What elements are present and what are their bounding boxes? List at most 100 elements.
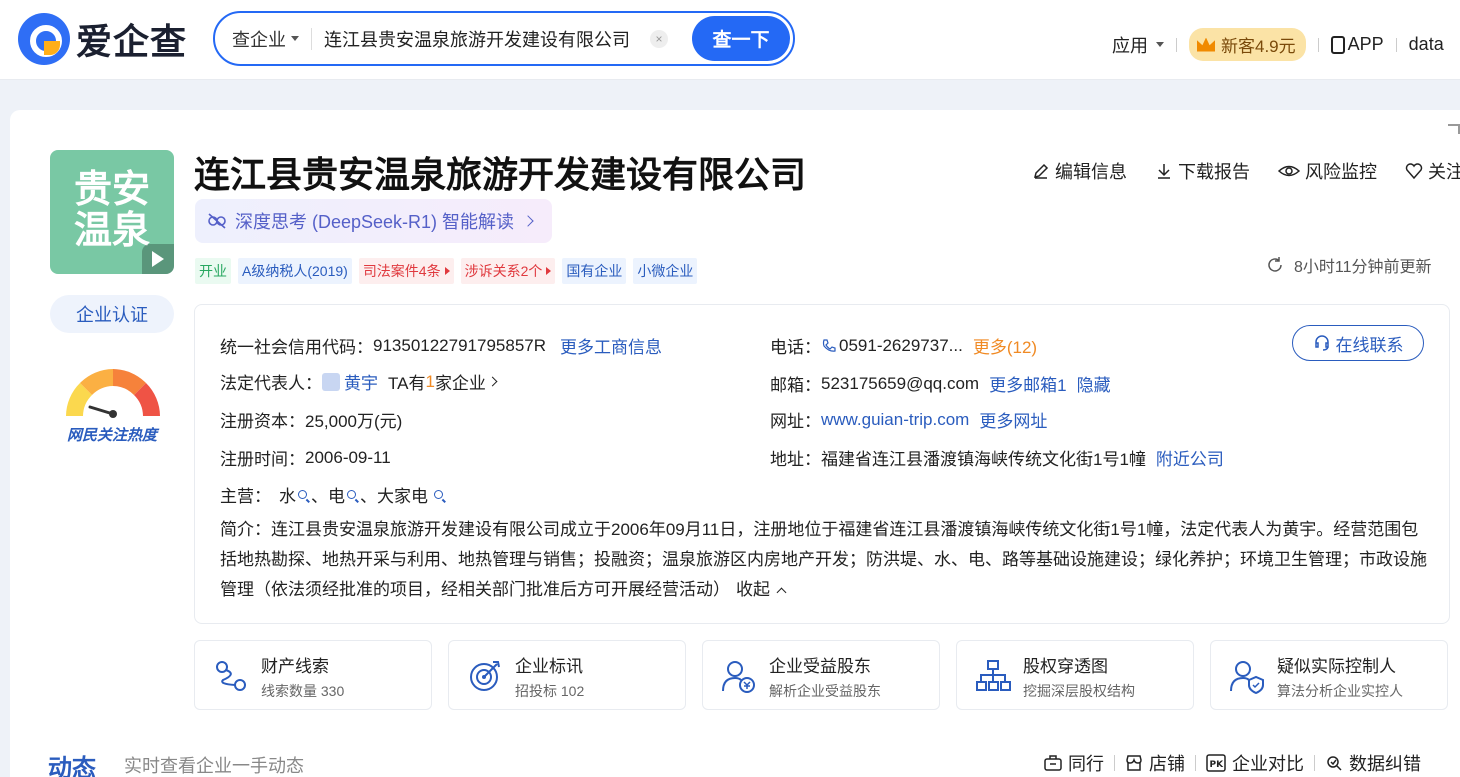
corner-icon[interactable] [1448,124,1460,134]
website-link[interactable]: www.guian-trip.com [821,410,969,430]
enterprise-certification-button[interactable]: 企业认证 [50,295,174,333]
online-contact-button[interactable]: 在线联系 [1292,325,1424,361]
svg-text:PK: PK [1210,760,1225,770]
updated-label: 8小时11分钟前更新 [1294,259,1432,276]
download-report-button[interactable]: 下载报告 [1155,158,1250,184]
main-item-3[interactable]: 、大家电 [360,482,428,507]
divider [1314,755,1315,771]
heat-gauge-icon [66,369,160,418]
email-label: 邮箱： [770,376,821,395]
capital-label: 注册资本： [220,412,305,431]
peers-link[interactable]: 同行 [1044,750,1104,776]
nav-app[interactable]: APP [1330,34,1384,55]
correction-link[interactable]: 数据纠错 [1325,750,1421,776]
feature-subtitle: 线索数量 330 [261,683,345,699]
feature-controller[interactable]: 疑似实际控制人 算法分析企业实控人 [1210,640,1448,710]
feature-subtitle: 招投标 102 [515,683,585,699]
risk-monitor-button[interactable]: 风险监控 [1278,158,1377,184]
collapse-button[interactable]: 收起 [736,580,787,599]
compare-link[interactable]: PK 企业对比 [1206,750,1304,776]
more-business-link[interactable]: 更多工商信息 [560,333,662,358]
site-logo[interactable]: 爱企查 [18,13,187,65]
correction-label: 数据纠错 [1349,754,1421,774]
main-item-1[interactable]: 水 [279,482,296,507]
legal-rep-link[interactable]: 黄宇 [344,369,378,394]
bottom-links: 同行 店铺 PK 企业对比 数据纠错 [1044,750,1421,776]
asset-clue-icon [216,661,246,691]
main-item-2[interactable]: 、电 [311,482,345,507]
logo-text: 爱企查 [76,22,188,63]
website-label: 网址： [770,412,821,431]
feature-asset-clues[interactable]: 财产线索 线索数量 330 [194,640,432,710]
vip-promo-button[interactable]: 新客4.9元 [1189,28,1306,61]
edit-info-button[interactable]: 编辑信息 [1032,158,1127,184]
main-business-row: 主营： 水 、电 、大家电 [220,482,443,507]
company-logo[interactable]: 贵安 温泉 [50,150,174,274]
search-icon[interactable] [347,490,356,499]
feature-title: 财产线索 [261,657,329,676]
legal-rep-suffix[interactable]: 家企业 [435,369,486,394]
compare-label: 企业对比 [1232,754,1304,774]
triangle-icon [546,267,552,275]
feature-title: 企业标讯 [515,657,583,676]
search-icon[interactable] [434,490,443,499]
search-icon[interactable] [298,490,307,499]
collapse-label: 收起 [736,580,770,599]
top-nav: 应用 新客4.9元 APP data [1112,28,1444,61]
logo-text-line-1: 贵安 [73,167,150,211]
divider [1114,755,1115,771]
intro-content: 连江县贵安温泉旅游开发建设有限公司成立于2006年09月11日，注册地位于福建省… [220,520,1427,599]
email-hide-link[interactable]: 隐藏 [1077,371,1111,396]
email-row: 邮箱： 523175659@qq.com 更多邮箱1 隐藏 [770,371,1111,396]
avatar [322,372,340,391]
tag-small: 小微企业 [633,258,698,284]
headset-icon [1314,335,1329,351]
credit-code-label: 统一社会信用代码： [220,338,373,357]
tag-judicial-label: 司法案件4条 [362,263,441,279]
target-icon [470,661,500,691]
feature-beneficiary[interactable]: 企业受益股东 解析企业受益股东 [702,640,940,710]
shop-label: 店铺 [1149,754,1185,774]
feature-title: 疑似实际控制人 [1277,657,1396,676]
reg-date-label: 注册时间： [220,450,305,469]
nav-user[interactable]: data [1409,34,1444,55]
nav-apps[interactable]: 应用 [1112,32,1164,58]
chevron-down-icon [1156,42,1164,47]
org-chart-icon [976,660,1011,691]
website-more-link[interactable]: 更多网址 [979,407,1047,432]
peers-label: 同行 [1068,754,1104,774]
chevron-down-icon [291,36,299,41]
nearby-company-link[interactable]: 附近公司 [1156,445,1224,470]
play-icon[interactable] [142,244,174,274]
search-bar: 查企业 × 查一下 [213,11,795,66]
clear-icon[interactable]: × [650,29,668,48]
action-bar: 编辑信息 下载报告 风险监控 关注 [1032,158,1460,184]
ai-analysis-button[interactable]: 深度思考 (DeepSeek-R1) 智能解读 [195,199,553,243]
legal-rep-count: 1 [425,371,435,391]
search-type-label: 查企业 [232,29,286,50]
tag-judicial[interactable]: 司法案件4条 [358,258,454,284]
ai-icon [208,213,226,229]
chevron-right-icon [522,215,534,227]
refresh-icon [1268,257,1282,272]
feature-bidding[interactable]: 企业标讯 招投标 102 [448,640,686,710]
eye-icon [1278,165,1300,177]
main-label: 主营： [220,487,271,506]
correction-icon [1327,756,1342,771]
controller-icon [1230,661,1264,694]
update-info[interactable]: 8小时11分钟前更新 [1266,253,1432,277]
email-more-link[interactable]: 更多邮箱1 [989,371,1066,396]
tag-lawsuit[interactable]: 涉诉关系2个 [460,258,556,284]
pk-icon: PK [1206,754,1226,772]
dynamics-tab[interactable]: 动态 [48,748,96,777]
tag-taxpayer[interactable]: A级纳税人(2019) [238,258,352,284]
shop-link[interactable]: 店铺 [1125,750,1185,776]
feature-equity-chart[interactable]: 股权穿透图 挖掘深层股权结构 [956,640,1194,710]
follow-button[interactable]: 关注 [1405,158,1460,184]
phone-more-link[interactable]: 更多(12) [973,333,1037,358]
phone-row: 电话： 0591-2629737... 更多(12) [770,333,1037,358]
search-button[interactable]: 查一下 [692,16,790,61]
search-type-dropdown[interactable]: 查企业 [232,26,299,52]
search-input[interactable] [324,28,644,49]
capital-value: 25,000万(元) [305,412,403,431]
